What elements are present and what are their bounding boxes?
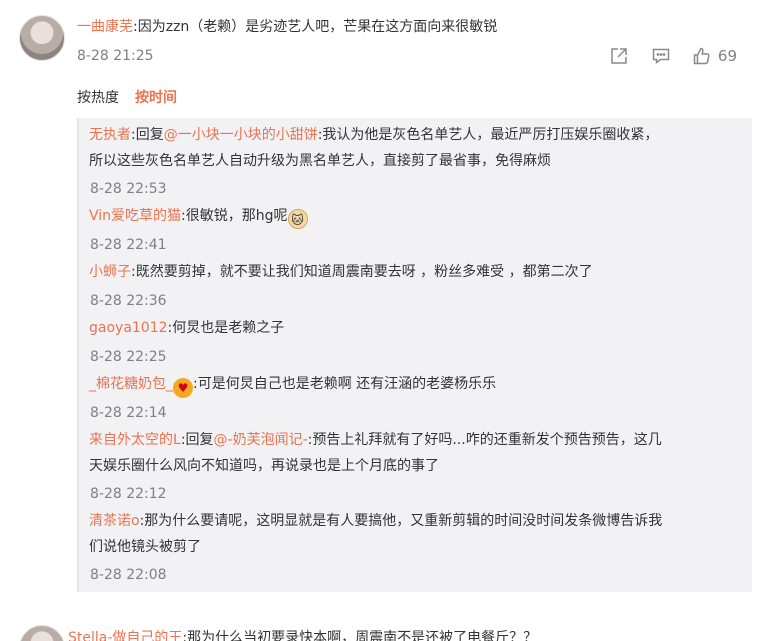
cat-emoji-icon: 🐱 <box>287 209 308 229</box>
comment-icon[interactable] <box>650 45 672 67</box>
reply-time: 8-28 22:08 <box>90 567 167 583</box>
reply-text-cont: 所以这些灰色名单艺人自动升级为黑名单艺人，直接剪了最省事，免得麻烦 <box>89 153 551 169</box>
reply-time: 8-28 22:53 <box>90 181 167 197</box>
share-icon[interactable] <box>608 45 630 67</box>
comment-meta: 8-28 21:25 69 <box>77 45 737 67</box>
reply-text: :很敏锐，那hg呢 <box>181 208 288 224</box>
reply-author[interactable]: gaoya1012 <box>89 320 168 336</box>
reply-text-prefix: :回复 <box>180 432 214 448</box>
next-comment-text: :那为什么当初要录快本啊，周震南不是还被了电餐斤？？ <box>182 630 538 641</box>
sort-tabs: 按热度 按时间 <box>77 87 177 109</box>
reply-mention[interactable]: @-奶芙泡闻记- <box>214 432 308 448</box>
love-emoji-icon: ♥ <box>173 378 193 398</box>
tab-sort-hot[interactable]: 按热度 <box>77 87 119 109</box>
reply-text: :我认为他是灰色名单艺人，最近严厉打压娱乐圈收紧， <box>317 127 659 143</box>
reply-time: 8-28 22:25 <box>90 349 167 365</box>
reply-text-cont: 们说他镜头被剪了 <box>89 539 201 555</box>
reply-text: :预告上礼拜就有了好吗...咋的还重新发个预告预告，这几 <box>307 432 662 448</box>
comment-text: :因为zzn（老赖）是劣迹艺人吧，芒果在这方面向来很敏锐 <box>133 19 498 35</box>
list-item: 来自外太空的L:回复@-奶芙泡闻记-:预告上礼拜就有了好吗...咋的还重新发个预… <box>89 427 739 479</box>
reply-author[interactable]: _棉花糖奶包_ <box>89 376 173 392</box>
list-item: gaoya1012:何炅也是老赖之子 <box>89 315 739 341</box>
reply-time: 8-28 22:41 <box>90 237 167 253</box>
next-comment: Stella-做自己的王:那为什么当初要录快本啊，周震南不是还被了电餐斤？？ <box>68 628 748 641</box>
comment-time: 8-28 21:25 <box>77 48 154 64</box>
list-item: 清茶诺o:那为什么要请呢，这明显就是有人要搞他，又重新剪辑的时间没时间发条微博告… <box>89 508 739 560</box>
reply-text-prefix: :回复 <box>131 127 164 143</box>
like-icon <box>693 47 710 65</box>
main-comment: 一曲康芜:因为zzn（老赖）是劣迹艺人吧，芒果在这方面向来很敏锐 <box>77 16 747 38</box>
reply-time: 8-28 22:14 <box>90 405 167 421</box>
reply-text: :何炅也是老赖之子 <box>167 320 285 336</box>
list-item: Vin爱吃草的猫:很敏锐，那hg呢 🐱 <box>89 203 739 229</box>
reply-author[interactable]: 小蛳子 <box>89 264 131 280</box>
reply-author[interactable]: 来自外太空的L <box>89 432 181 448</box>
reply-text-cont: 天娱乐圈什么风向不知道吗，再说录也是上个月底的事了 <box>89 458 439 474</box>
like-count: 69 <box>717 47 737 65</box>
comment-author[interactable]: 一曲康芜 <box>77 19 133 35</box>
reply-time: 8-28 22:36 <box>90 293 167 309</box>
reply-author[interactable]: Vin爱吃草的猫 <box>89 208 181 224</box>
next-comment-author[interactable]: Stella-做自己的王 <box>68 630 182 641</box>
like-button[interactable]: 69 <box>692 45 737 67</box>
reply-text: :既然要剪掉，就不要让我们知道周震南要去呀 ，粉丝多难受 ，都第二次了 <box>131 264 593 280</box>
reply-text: :那为什么要请呢，这明显就是有人要搞他，又重新剪辑的时间没时间发条微博告诉我 <box>139 513 663 529</box>
list-item: _棉花糖奶包_ ♥:可是何炅自己也是老赖啊 还有汪涵的老婆杨乐乐 <box>89 371 739 398</box>
reply-author[interactable]: 清茶诺o <box>89 513 140 529</box>
reply-author[interactable]: 无执者 <box>89 127 131 143</box>
reply-text: :可是何炅自己也是老赖啊 还有汪涵的老婆杨乐乐 <box>193 376 497 392</box>
reply-list: 无执者:回复@一小块一小块的小甜饼:我认为他是灰色名单艺人，最近严厉打压娱乐圈收… <box>77 118 752 592</box>
next-commenter-avatar[interactable] <box>19 625 65 641</box>
tab-sort-time[interactable]: 按时间 <box>135 87 177 109</box>
reply-mention[interactable]: @一小块一小块的小甜饼 <box>164 127 318 143</box>
list-item: 无执者:回复@一小块一小块的小甜饼:我认为他是灰色名单艺人，最近严厉打压娱乐圈收… <box>89 122 739 174</box>
reply-time: 8-28 22:12 <box>90 486 167 502</box>
commenter-avatar[interactable] <box>19 15 65 61</box>
list-item: 小蛳子:既然要剪掉，就不要让我们知道周震南要去呀 ，粉丝多难受 ，都第二次了 <box>89 259 739 285</box>
comment-actions: 69 <box>608 45 737 67</box>
